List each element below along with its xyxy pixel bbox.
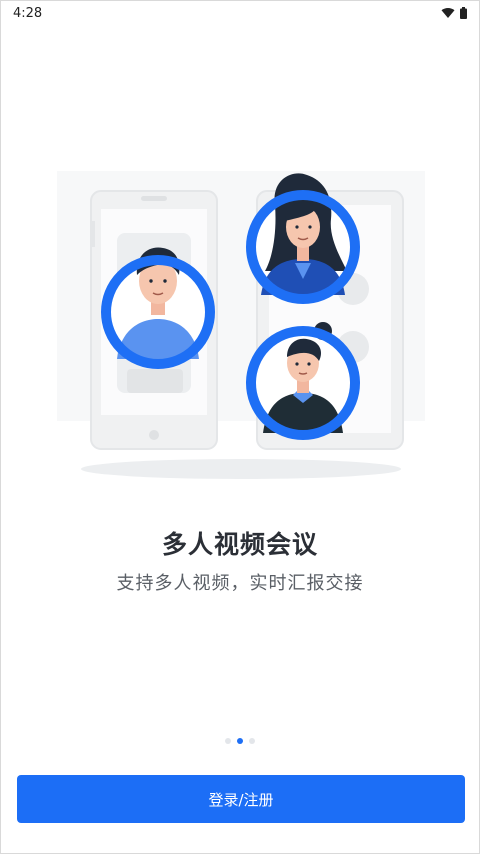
onboarding-screen: 4:28 多人视频会议 支持多人视频，实时汇报交接 登录/注册 bbox=[0, 0, 480, 854]
status-bar: 4:28 bbox=[1, 1, 479, 25]
wifi-icon bbox=[441, 7, 455, 18]
login-register-button[interactable]: 登录/注册 bbox=[17, 775, 465, 823]
page-dot-2-active[interactable] bbox=[237, 738, 243, 744]
onboarding-subtitle: 支持多人视频，实时汇报交接 bbox=[116, 573, 364, 594]
video-call-illustration bbox=[57, 171, 425, 479]
page-indicator bbox=[1, 738, 479, 744]
battery-icon bbox=[460, 7, 467, 19]
status-time: 4:28 bbox=[13, 5, 43, 21]
onboarding-title: 多人视频会议 bbox=[161, 530, 318, 559]
page-dot-3[interactable] bbox=[249, 738, 255, 744]
page-dot-1[interactable] bbox=[225, 738, 231, 744]
status-icons bbox=[441, 7, 467, 19]
